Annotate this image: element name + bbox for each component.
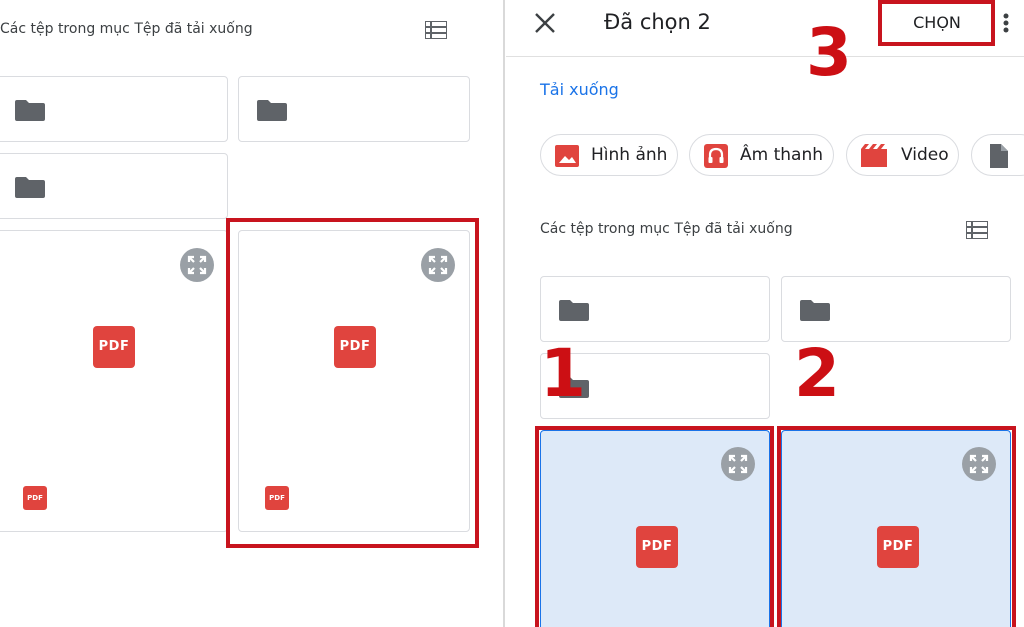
- step-number-3: 3: [806, 14, 852, 91]
- folder-icon: [257, 100, 287, 121]
- pdf-file-card-selected[interactable]: PDF: [781, 430, 1011, 627]
- expand-icon[interactable]: [721, 447, 755, 481]
- pdf-file-card[interactable]: PDF PDF: [0, 230, 228, 532]
- pdf-small-icon: PDF: [23, 486, 47, 510]
- step-number-1: 1: [540, 335, 586, 412]
- step-number-2: 2: [794, 335, 840, 412]
- pdf-file-card[interactable]: PDF PDF: [238, 230, 470, 532]
- pdf-icon: PDF: [636, 526, 678, 568]
- pdf-file-card-selected[interactable]: PDF: [540, 430, 770, 627]
- folder-card[interactable]: [0, 153, 228, 219]
- header-divider: [506, 56, 1024, 57]
- expand-icon[interactable]: [421, 248, 455, 282]
- folder-card[interactable]: [781, 276, 1011, 342]
- folder-icon: [15, 100, 45, 121]
- expand-icon[interactable]: [180, 248, 214, 282]
- chip-video[interactable]: Video: [846, 134, 959, 176]
- selection-count-title: Đã chọn 2: [604, 10, 711, 34]
- video-icon: [861, 144, 887, 167]
- folder-card[interactable]: [540, 276, 770, 342]
- chip-label: Hình ảnh: [591, 145, 668, 165]
- pdf-icon: PDF: [93, 326, 135, 368]
- pdf-icon: PDF: [334, 326, 376, 368]
- expand-icon[interactable]: [962, 447, 996, 481]
- more-options-icon[interactable]: [996, 8, 1016, 38]
- folder-icon: [559, 300, 589, 321]
- chip-audio[interactable]: Âm thanh: [689, 134, 834, 176]
- list-view-icon[interactable]: [966, 221, 988, 239]
- folder-icon: [800, 300, 830, 321]
- pdf-small-icon: PDF: [265, 486, 289, 510]
- right-screenshot-pane: Đã chọn 2 CHỌN Tải xuống Hình ảnh Âm tha…: [506, 0, 1024, 627]
- left-screenshot-pane: Các tệp trong mục Tệp đã tải xuống PDF P…: [0, 0, 503, 627]
- section-title: Các tệp trong mục Tệp đã tải xuống: [540, 221, 793, 237]
- document-icon: [990, 144, 1008, 168]
- close-icon[interactable]: [530, 8, 560, 38]
- select-button[interactable]: CHỌN: [882, 4, 992, 42]
- folder-card[interactable]: [238, 76, 470, 142]
- breadcrumb[interactable]: Tải xuống: [540, 80, 619, 99]
- list-view-icon[interactable]: [425, 21, 447, 39]
- folder-card[interactable]: [0, 76, 228, 142]
- folder-icon: [15, 177, 45, 198]
- chip-images[interactable]: Hình ảnh: [540, 134, 678, 176]
- chip-label: Âm thanh: [740, 145, 823, 165]
- headphones-icon: [704, 144, 728, 168]
- chip-label: Video: [901, 145, 949, 165]
- pdf-icon: PDF: [877, 526, 919, 568]
- section-title: Các tệp trong mục Tệp đã tải xuống: [0, 21, 253, 37]
- chip-documents[interactable]: [971, 134, 1024, 176]
- image-icon: [555, 145, 579, 167]
- pane-divider: [503, 0, 505, 627]
